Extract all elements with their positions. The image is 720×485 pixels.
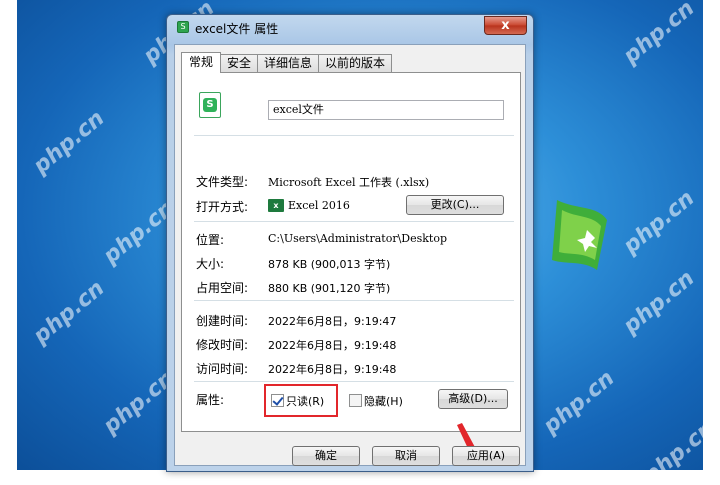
hidden-label[interactable]: 隐藏(H) — [364, 393, 403, 409]
tab-previous-versions[interactable]: 以前的版本 — [318, 54, 393, 73]
divider — [194, 300, 514, 301]
general-panel: S excel文件 文件类型: Microsoft Excel 工作表 (.xl… — [181, 72, 521, 432]
watermark-text: php.cn — [28, 275, 110, 350]
tab-security[interactable]: 安全 — [220, 54, 259, 73]
ok-button[interactable]: 确定 — [292, 446, 360, 466]
dialog-client-area: 常规 安全 详细信息 以前的版本 S excel文件 文件类型: Microso… — [174, 44, 526, 466]
created-value: 2022年6月8日，9:19:47 — [268, 315, 397, 328]
readonly-label[interactable]: 只读(R) — [286, 393, 324, 409]
windows-logo-icon — [552, 200, 607, 270]
open-with-label: 打开方式: — [196, 200, 249, 214]
created-label: 创建时间: — [196, 314, 249, 328]
file-icon-letter: S — [203, 98, 217, 112]
advanced-button[interactable]: 高级(D)... — [438, 389, 508, 409]
size-value: 878 KB (900,013 字节) — [268, 258, 391, 271]
location-label: 位置: — [196, 233, 225, 247]
spreadsheet-file-icon: S — [199, 92, 221, 118]
file-name-input[interactable]: excel文件 — [268, 100, 504, 120]
watermark-text: php.cn — [618, 0, 700, 70]
title-bar[interactable]: S excel文件 属性 x — [167, 15, 533, 39]
modified-label: 修改时间: — [196, 338, 249, 352]
watermark-text: php.cn — [618, 265, 700, 340]
watermark-text: php.cn — [618, 185, 700, 260]
apply-button[interactable]: 应用(A) — [452, 446, 520, 466]
hidden-checkbox[interactable] — [349, 394, 362, 407]
change-button[interactable]: 更改(C)... — [406, 195, 504, 215]
attributes-label: 属性: — [196, 393, 225, 407]
file-type-label: 文件类型: — [196, 175, 249, 189]
properties-dialog: S excel文件 属性 x 常规 安全 详细信息 以前的版本 S excel文… — [166, 14, 534, 472]
accessed-value: 2022年6月8日，9:19:48 — [268, 363, 397, 376]
window-title: excel文件 属性 — [195, 22, 279, 36]
tab-general[interactable]: 常规 — [181, 52, 222, 73]
tab-strip: 常规 安全 详细信息 以前的版本 — [181, 52, 393, 73]
close-button[interactable]: x — [484, 16, 527, 35]
open-with-value: Excel 2016 — [288, 199, 350, 212]
size-label: 大小: — [196, 257, 225, 271]
file-type-value: Microsoft Excel 工作表 (.xlsx) — [268, 176, 430, 189]
file-app-icon: S — [177, 21, 189, 33]
disk-size-value: 880 KB (901,120 字节) — [268, 282, 391, 295]
accessed-label: 访问时间: — [196, 362, 249, 376]
cancel-button[interactable]: 取消 — [372, 446, 440, 466]
disk-size-label: 占用空间: — [196, 281, 249, 295]
modified-value: 2022年6月8日，9:19:48 — [268, 339, 397, 352]
divider — [194, 381, 514, 382]
excel-icon: x — [268, 199, 284, 212]
divider — [194, 221, 514, 222]
watermark-text: php.cn — [28, 105, 110, 180]
tab-details[interactable]: 详细信息 — [257, 54, 320, 73]
watermark-text: php.cn — [638, 415, 703, 470]
location-value: C:\Users\Administrator\Desktop — [268, 232, 448, 245]
readonly-checkbox[interactable] — [271, 394, 284, 407]
divider — [194, 135, 514, 136]
watermark-text: php.cn — [538, 365, 620, 440]
